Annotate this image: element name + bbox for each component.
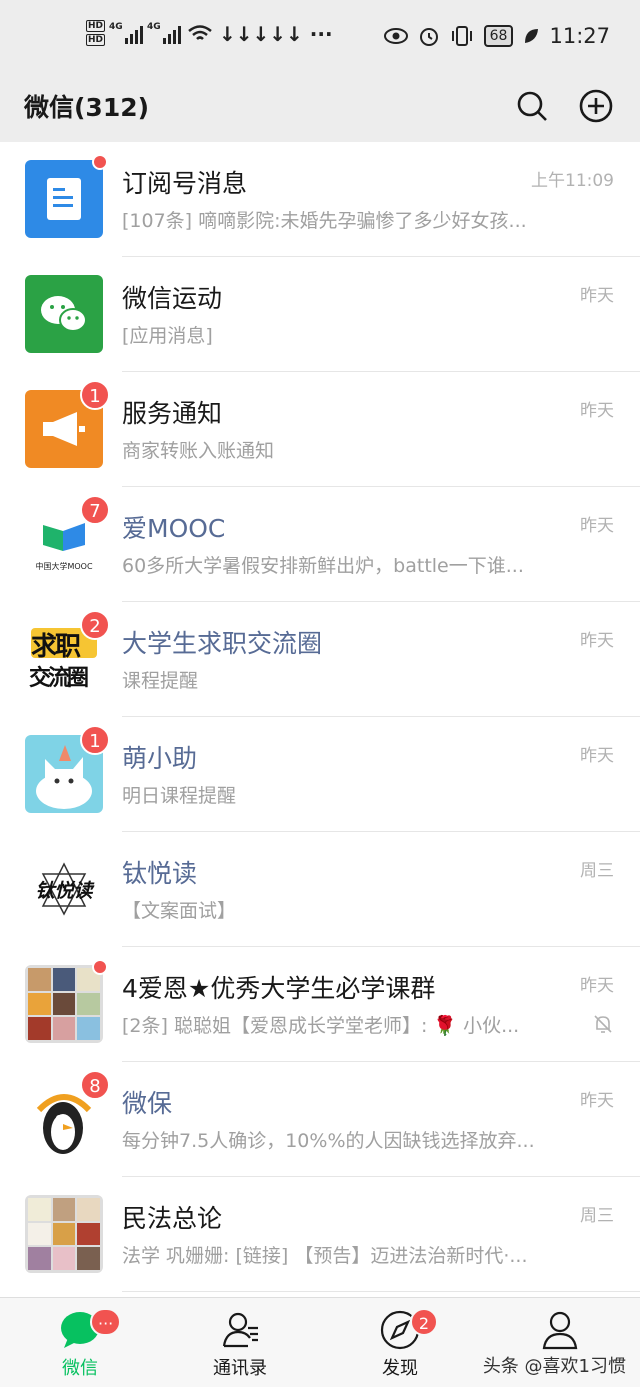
hd2-label: HD [86, 34, 106, 46]
chat-preview: 课程提醒 [122, 670, 199, 692]
chat-name: 订阅号消息 [122, 169, 248, 198]
app-header: 微信(312) [0, 76, 640, 142]
tai-yuedu-logo: 钛悦读 [35, 880, 93, 902]
chat-time: 周三 [580, 861, 614, 881]
battery-level: 68 [483, 25, 514, 47]
unread-badge: 8 [80, 1070, 110, 1100]
chat-row-job-circle[interactable]: 求职 交流圈 2 大学生求职交流圈 课程提醒 昨天 [0, 602, 640, 717]
tab-badge: 2 [410, 1308, 438, 1336]
tab-label: 通讯录 [213, 1358, 267, 1379]
signal-1-icon: 4G [109, 22, 144, 44]
subscription-avatar [25, 160, 103, 238]
chat-list[interactable]: 订阅号消息 [107条] 嘀嘀影院:未婚先孕骗惨了多少好女孩... 上午11:0… [0, 142, 640, 1297]
search-button[interactable] [514, 88, 550, 124]
hd1-label: HD [86, 20, 106, 32]
chat-time: 昨天 [580, 746, 614, 766]
unread-badge: 2 [80, 610, 110, 640]
chat-time: 昨天 [580, 976, 614, 996]
chat-row-aien-group[interactable]: 4爱恩★优秀大学生必学课群 [2条] 聪聪姐【爱恩成长学堂老师】: 🌹 小伙..… [0, 947, 640, 1062]
chat-row-weibao[interactable]: 8 微保 每分钟7.5人确诊，10%%的人因缺钱选择放弃... 昨天 [0, 1062, 640, 1177]
job-circle-text2: 交流圈 [29, 666, 89, 691]
watermark: 头条 @喜欢1习惯 [482, 1356, 626, 1377]
wechat-sports-icon [41, 296, 87, 332]
hd-indicator: HD HD [86, 20, 106, 48]
chat-preview: [2条] 聪聪姐【爱恩成长学堂老师】: 🌹 小伙... [122, 1015, 520, 1037]
vibrate-icon [451, 26, 472, 46]
tai-yuedu-avatar: 钛悦读 [25, 850, 103, 928]
chat-time: 昨天 [580, 516, 614, 536]
person-icon [542, 1311, 578, 1350]
eye-icon [383, 28, 408, 44]
chat-time: 周三 [580, 1206, 614, 1226]
tab-label: 微信 [62, 1358, 98, 1379]
chat-row-tai-yuedu[interactable]: 钛悦读 钛悦读 【文案面试】 周三 [0, 832, 640, 947]
chat-time: 昨天 [580, 401, 614, 421]
unread-dot [92, 959, 108, 975]
chat-name: 微保 [122, 1089, 173, 1118]
chat-name: 服务通知 [122, 399, 223, 428]
status-right: 68 11:27 [383, 24, 610, 48]
chat-name: 大学生求职交流圈 [122, 629, 323, 658]
contacts-icon [222, 1312, 258, 1348]
download-icons: ↓↓↓↓↓ ··· [219, 22, 333, 46]
chat-row-civil-law[interactable]: 民法总论 法学 巩姗姗: [链接] 【预告】迈进法治新时代·... 周三 [0, 1177, 640, 1292]
tab-discover[interactable]: 2 发现 [320, 1298, 480, 1387]
chat-preview: [应用消息] [122, 325, 213, 347]
wifi-icon [188, 25, 212, 40]
chat-row-meng-xiaozhu[interactable]: 1 萌小助 明日课程提醒 昨天 [0, 717, 640, 832]
status-left: HD HD 4G 4G ↓↓↓↓↓ ··· [86, 20, 333, 48]
page-title: 微信(312) [24, 93, 150, 122]
unread-badge: 7 [80, 495, 110, 525]
chat-time: 昨天 [580, 1091, 614, 1111]
chat-time: 上午11:09 [531, 171, 614, 191]
chat-name: 爱MOOC [122, 514, 226, 543]
chat-preview: 60多所大学暑假安排新鲜出炉，battle一下谁... [122, 555, 524, 577]
unread-dot [92, 154, 108, 170]
wechat-sports-avatar [25, 275, 103, 353]
unread-badge: 1 [80, 725, 110, 755]
chat-preview: [107条] 嘀嘀影院:未婚先孕骗惨了多少好女孩... [122, 210, 527, 232]
tab-badge: ··· [90, 1308, 122, 1336]
tab-label: 发现 [382, 1358, 418, 1379]
clock: 11:27 [549, 24, 610, 48]
unread-badge: 1 [80, 380, 110, 410]
chat-name: 4爱恩★优秀大学生必学课群 [122, 974, 436, 1003]
chat-preview: 法学 巩姗姗: [链接] 【预告】迈进法治新时代·... [122, 1245, 528, 1267]
chat-row-service-notify[interactable]: 1 服务通知 商家转账入账通知 昨天 [0, 372, 640, 487]
chat-preview: 每分钟7.5人确诊，10%%的人因缺钱选择放弃... [122, 1130, 535, 1152]
chat-row-mooc[interactable]: 中国大学MOOC 7 爱MOOC 60多所大学暑假安排新鲜出炉，battle一下… [0, 487, 640, 602]
chat-name: 萌小助 [122, 744, 198, 773]
alarm-icon [419, 28, 438, 46]
job-circle-text1: 求职 [31, 632, 81, 662]
mute-bell-icon [594, 1015, 612, 1033]
chat-preview: 商家转账入账通知 [122, 440, 275, 462]
search-icon [517, 91, 547, 121]
group-grid-avatar [25, 1195, 103, 1273]
add-button[interactable] [578, 88, 614, 124]
subscription-icon [47, 178, 81, 220]
chat-name: 微信运动 [122, 284, 223, 313]
plus-circle-icon [579, 89, 613, 123]
status-bar: HD HD 4G 4G ↓↓↓↓↓ ··· 68 11:27 [0, 0, 640, 76]
chat-preview: 明日课程提醒 [122, 785, 237, 807]
chat-row-subscriptions[interactable]: 订阅号消息 [107条] 嘀嘀影院:未婚先孕骗惨了多少好女孩... 上午11:0… [0, 142, 640, 257]
chat-time: 昨天 [580, 631, 614, 651]
chat-name: 钛悦读 [122, 859, 198, 888]
chat-name: 民法总论 [122, 1204, 223, 1233]
tab-contacts[interactable]: 通讯录 [160, 1298, 320, 1387]
chat-time: 昨天 [580, 286, 614, 306]
signal-2-icon: 4G [147, 22, 182, 44]
leaf-icon [525, 29, 539, 43]
mooc-logo-text: 中国大学MOOC [35, 562, 93, 571]
tab-chats[interactable]: ··· 微信 [0, 1298, 160, 1387]
group-grid-avatar [25, 965, 103, 1043]
chat-row-wechat-sports[interactable]: 微信运动 [应用消息] 昨天 [0, 257, 640, 372]
chat-preview: 【文案面试】 [122, 900, 237, 922]
